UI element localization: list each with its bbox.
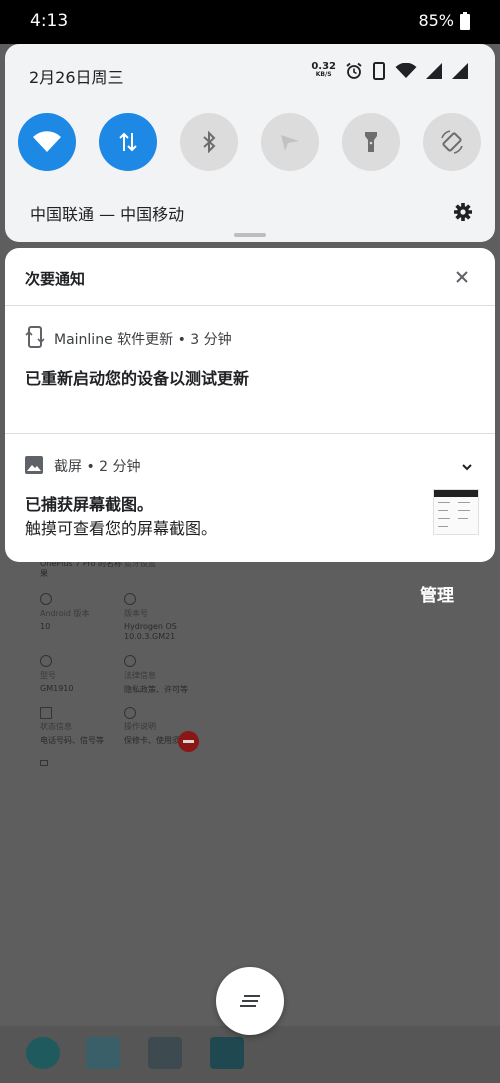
carrier-label: 中国联通 — 中国移动 [30, 205, 185, 224]
expand-button[interactable] [461, 458, 473, 477]
mobile-data-icon [119, 132, 137, 152]
bg-legal-label: 法律信息 [124, 671, 156, 680]
bg-status-value: 电话号码、信号等 [40, 736, 104, 745]
section-title: 次要通知 [25, 270, 86, 288]
bg-build-value-2: 10.0.3.GM21 [124, 632, 176, 641]
drag-handle[interactable] [234, 233, 266, 237]
bg-guide-icon [124, 707, 136, 719]
bg-more-icon [40, 760, 48, 766]
divider [5, 433, 495, 434]
cell-signal-icon-2 [452, 63, 468, 79]
battery-icon [460, 11, 470, 30]
bg-build-icon [124, 593, 136, 605]
chevron-down-icon [462, 464, 472, 471]
tile-auto-rotate[interactable] [423, 113, 481, 171]
gear-icon [454, 203, 472, 221]
bg-android-version-value: 10 [40, 622, 51, 631]
system-update-icon [25, 326, 45, 352]
clear-all-button[interactable] [216, 967, 284, 1035]
bluetooth-icon [203, 131, 216, 153]
date-label[interactable]: 2月26日周三 [29, 64, 124, 88]
auto-rotate-icon [441, 130, 463, 154]
clear-all-icon [240, 995, 260, 1007]
notification-text: 触摸可查看您的屏幕截图。 [25, 519, 218, 538]
tile-bluetooth[interactable] [180, 113, 238, 171]
bg-legal-value: 隐私政策、许可等 [124, 685, 188, 694]
settings-button[interactable] [453, 202, 473, 226]
status-bar: 4:13 85% [0, 0, 500, 44]
bg-model-label: 型号 [40, 671, 56, 680]
image-icon[interactable] [86, 1037, 120, 1069]
network-speed: 0.32 KB/S [311, 61, 336, 79]
bg-model-icon [40, 655, 52, 667]
phone-icon [373, 62, 385, 80]
cell-signal-icon-1 [426, 63, 442, 79]
status-time: 4:13 [30, 11, 69, 31]
folder-icon[interactable] [210, 1037, 244, 1069]
net-speed-unit: KB/S [315, 71, 332, 78]
bg-status-label: 状态信息 [40, 722, 72, 731]
quick-settings-panel: 2月26日周三 0.32 KB/S 中国联通 — 中国移动 [5, 44, 495, 242]
close-icon [456, 271, 468, 283]
bg-android-version-label: Android 版本 [40, 609, 90, 618]
bg-android-icon [40, 593, 52, 605]
manage-button[interactable]: 管理 [420, 581, 454, 606]
net-speed-value: 0.32 [311, 61, 336, 72]
notification-app-label: 截屏 • 2 分钟 [54, 459, 141, 475]
emoji-icon[interactable] [26, 1037, 60, 1069]
wifi-signal-icon [395, 63, 417, 78]
notification-title: 已捕获屏幕截图。 [25, 495, 154, 514]
bg-status-icon [40, 707, 52, 719]
bg-legal-icon [124, 655, 136, 667]
camera-icon[interactable] [148, 1037, 182, 1069]
notification-title: 已重新启动您的设备以测试更新 [25, 369, 250, 388]
wifi-icon [33, 131, 61, 152]
bg-device-name-cont: 果 [40, 569, 48, 578]
image-icon [25, 456, 43, 478]
paper-plane-icon [281, 135, 299, 151]
notifications-panel: 次要通知 Mainline 软件更新 • 3 分钟 已重新启动您的设备以测试更新… [5, 248, 495, 562]
screenshot-thumbnail[interactable] [433, 489, 479, 535]
tile-flashlight[interactable] [342, 113, 400, 171]
battery-percentage: 85% [418, 11, 454, 30]
divider [5, 305, 495, 306]
tile-wifi[interactable] [18, 113, 76, 171]
tile-airplane-mode[interactable] [261, 113, 319, 171]
bg-model-value: GM1910 [40, 684, 74, 693]
flashlight-icon [365, 132, 377, 152]
close-button[interactable] [455, 268, 469, 289]
tile-mobile-data[interactable] [99, 113, 157, 171]
bg-build-value: Hydrogen OS [124, 622, 177, 631]
alarm-icon [346, 62, 362, 79]
bg-guide-label: 操作说明 [124, 722, 156, 731]
bg-build-label: 版本号 [124, 609, 148, 618]
notification-app-label: Mainline 软件更新 • 3 分钟 [54, 332, 232, 348]
remove-icon [178, 731, 199, 752]
